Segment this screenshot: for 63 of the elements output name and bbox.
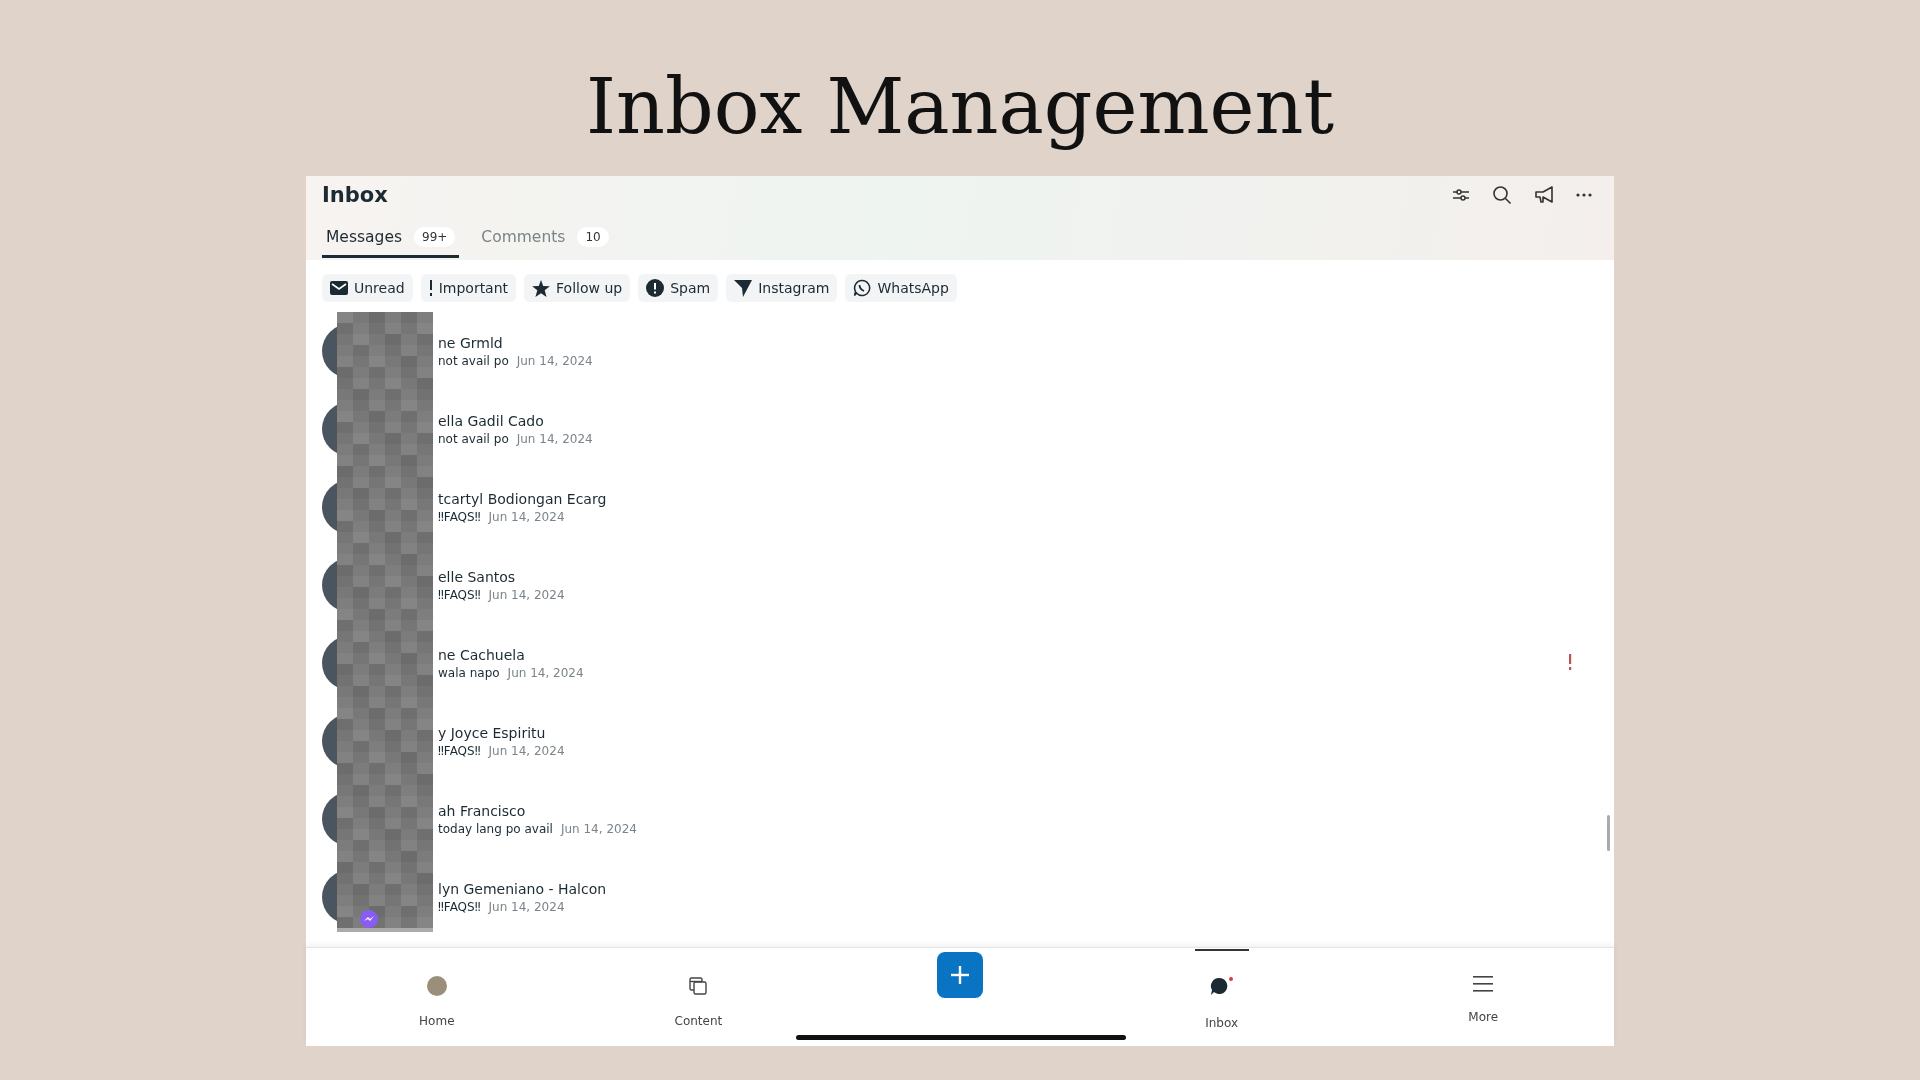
conversation-row[interactable]: elle Santos ‼FAQS‼ Jun 14, 2024 (322, 546, 1598, 624)
message-preview: ‼FAQS‼ (438, 743, 481, 758)
count-badge: 99+ (414, 227, 456, 247)
message-date: Jun 14, 2024 (560, 821, 637, 836)
megaphone-icon[interactable] (1534, 185, 1554, 205)
inbox-title: Inbox (322, 183, 388, 207)
profile-avatar-icon (426, 976, 447, 996)
conversation-row[interactable]: lyn Gemeniano - Halcon ‼FAQS‼ Jun 14, 2024 (322, 858, 1598, 936)
contact-name: elle Santos (438, 568, 517, 585)
contact-name: ne Grmld (438, 334, 504, 351)
nav-item[interactable]: Content (567, 947, 830, 1046)
nav-item[interactable]: More (1352, 947, 1614, 1046)
message-preview: wala napo (438, 665, 500, 680)
message-preview: ‼FAQS‼ (438, 587, 481, 602)
filter-chip[interactable]: Important (420, 274, 517, 302)
filter-chip[interactable]: Instagram (726, 274, 838, 302)
alert-icon (646, 279, 665, 297)
message-preview: ‼FAQS‼ (438, 899, 481, 914)
filter-chip[interactable]: Unread (322, 274, 413, 302)
message-date: Jun 14, 2024 (516, 353, 593, 368)
exclamation-icon (428, 280, 433, 296)
filter-chip[interactable]: Spam (638, 274, 719, 302)
filter-chip[interactable]: WhatsApp (845, 274, 957, 302)
phone-bubble-icon (853, 279, 872, 297)
nav-item[interactable]: Home (306, 947, 568, 1046)
conversation-row[interactable]: ella Gadil Cado not avail po Jun 14, 2024 (322, 390, 1598, 468)
menu-icon (1473, 976, 1494, 992)
message-preview: today lang po avail (438, 821, 553, 836)
chat-bubble-icon (1208, 976, 1235, 998)
contact-name: y Joyce Espiritu (438, 724, 547, 741)
filter-sliders-icon[interactable] (1452, 187, 1470, 203)
message-preview: not avail po (438, 431, 509, 446)
contact-name: lyn Gemeniano - Halcon (438, 880, 607, 897)
message-date: Jun 14, 2024 (507, 665, 584, 680)
page-title: Inbox Management (586, 62, 1334, 153)
stacked-pages-icon (688, 976, 709, 996)
tab[interactable]: Comments 10 (477, 227, 613, 258)
conversation-row[interactable]: ne Cachuela wala napo Jun 14, 2024 (322, 624, 1598, 702)
filter-chip[interactable]: Follow up (524, 274, 631, 302)
message-date: Jun 14, 2024 (488, 743, 565, 758)
conversation-row[interactable]: ne Grmld not avail po Jun 14, 2024 (322, 312, 1598, 390)
conversation-row[interactable]: y Joyce Espiritu ‼FAQS‼ Jun 14, 2024 (322, 702, 1598, 780)
scrollbar[interactable] (1607, 815, 1610, 851)
nav-item[interactable]: Inbox (1090, 947, 1353, 1046)
conversation-row[interactable]: tcartyl Bodiongan Ecarg ‼FAQS‼ Jun 14, 2024 (322, 468, 1598, 546)
envelope-icon (330, 281, 348, 295)
message-preview: ‼FAQS‼ (438, 509, 481, 524)
plus-button-icon (937, 952, 983, 998)
message-date: Jun 14, 2024 (488, 509, 565, 524)
message-date: Jun 14, 2024 (516, 431, 593, 446)
contact-name: tcartyl Bodiongan Ecarg (438, 490, 607, 507)
contact-name: ella Gadil Cado (438, 412, 545, 429)
message-date: Jun 14, 2024 (488, 587, 565, 602)
search-icon[interactable] (1492, 185, 1512, 205)
tab[interactable]: Messages 99+ (322, 227, 460, 258)
message-preview: not avail po (438, 353, 509, 368)
message-date: Jun 14, 2024 (488, 899, 565, 914)
contact-name: ah Francisco (438, 802, 527, 819)
conversation-row[interactable]: ah Francisco today lang po avail Jun 14, 2024 (322, 780, 1598, 858)
more-icon[interactable] (1576, 193, 1592, 197)
count-badge: 10 (577, 227, 609, 247)
contact-name: ne Cachuela (438, 646, 526, 663)
star-icon (532, 279, 551, 297)
